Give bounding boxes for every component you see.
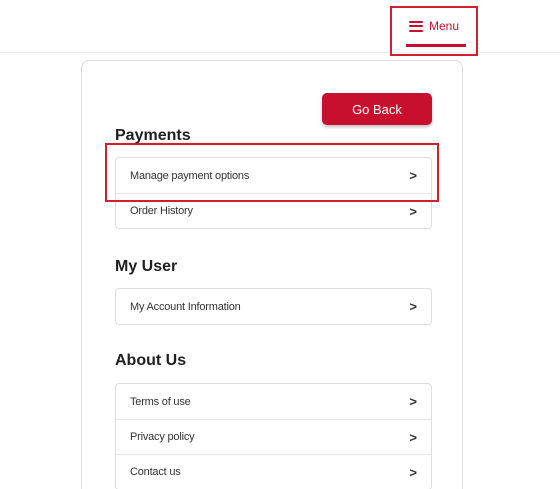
list-item-privacy-policy[interactable]: Privacy policy > [116,419,431,454]
chevron-right-icon: > [409,299,417,314]
payments-list: Manage payment options > Order History > [115,157,432,229]
list-item-label: My Account Information [130,300,241,313]
chevron-right-icon: > [409,464,417,480]
list-item-order-history[interactable]: Order History > [116,193,431,228]
menu-button[interactable]: Menu [390,6,478,56]
menu-inner: Menu [408,19,460,33]
list-item-label: Manage payment options [130,169,250,182]
list-item-label: Terms of use [130,395,191,408]
go-back-button[interactable]: Go Back [322,93,432,125]
chevron-right-icon: > [409,203,417,219]
chevron-right-icon: > [409,429,417,445]
list-item-terms-of-use[interactable]: Terms of use > [116,384,431,419]
menu-active-underline [406,44,466,47]
chevron-right-icon: > [409,394,417,409]
chevron-right-icon: > [409,168,417,183]
list-item-label: Order History [130,205,193,217]
header: Menu [0,0,560,56]
list-item-my-account-information[interactable]: My Account Information > [116,289,431,324]
my-user-list: My Account Information > [115,288,432,325]
hamburger-icon [408,20,423,32]
list-item-label: Privacy policy [130,431,195,443]
list-item-label: Contact us [130,466,181,478]
list-item-manage-payment-options[interactable]: Manage payment options > [116,158,431,193]
page: Menu Go Back Payments Manage payment opt… [0,0,560,489]
section-title-payments: Payments [115,127,191,144]
menu-label: Menu [428,19,460,33]
list-item-contact-us[interactable]: Contact us > [116,454,431,489]
section-title-about-us: About Us [115,352,187,369]
settings-card: Go Back Payments Manage payment options … [81,60,463,489]
section-title-my-user: My User [115,258,178,275]
about-us-list: Terms of use > Privacy policy > Contact … [115,383,432,489]
